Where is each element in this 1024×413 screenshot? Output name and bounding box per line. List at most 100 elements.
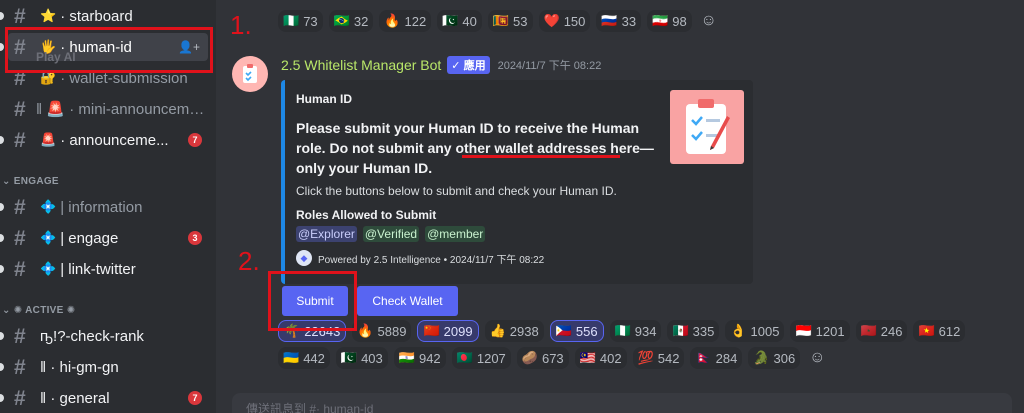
channel-mini-announcements[interactable]: # ‖ 🚨 · mini-announceme... [8, 95, 208, 123]
reaction-pill[interactable]: 🥔 673 [516, 347, 569, 369]
message-reactions-row-2: 🇺🇦 442 🇵🇰 403 🇮🇳 942 🇧🇩 1207 🥔 673 🇲🇾 402 💯 542 🇳🇵 284 🐊… [278, 347, 828, 369]
reaction-pill[interactable]: 🇵🇭 556 [549, 320, 604, 342]
reaction-pill[interactable]: 🔥 5889 [352, 320, 412, 342]
reaction-pill[interactable]: 🇲🇾 402 [574, 347, 627, 369]
reaction-count: 942 [418, 350, 441, 366]
unread-indicator [0, 136, 4, 144]
reaction-pill[interactable]: 🇻🇳 612 [913, 320, 966, 342]
embed-thumbnail[interactable] [670, 90, 744, 164]
reaction-pill[interactable]: 🇮🇷 98 [647, 10, 692, 32]
role-mention-explorer[interactable]: @Explorer [296, 226, 357, 242]
annotation-box-submit [268, 271, 357, 331]
reaction-count: 402 [599, 350, 622, 366]
channel-hi-gm-gn[interactable]: # ‖ · hi-gm-gn [0, 353, 208, 381]
bot-avatar[interactable] [232, 56, 268, 92]
reaction-count: 542 [657, 350, 680, 366]
chevron-down-icon: ⌄ [2, 305, 14, 316]
timestamp: 2024/11/7 下午 08:22 [497, 60, 602, 72]
add-reaction-icon[interactable]: ☺ [698, 10, 720, 32]
role-mention-verified[interactable]: @Verified [362, 226, 420, 242]
channel-information[interactable]: # 💠 | information [0, 193, 208, 221]
unread-indicator [0, 203, 4, 211]
reaction-pill[interactable]: 🇵🇰 40 [437, 10, 482, 32]
reaction-pill[interactable]: 🇧🇩 1207 [451, 347, 511, 369]
top-reactions: 🇳🇬 73 🇧🇷 32 🔥 122 🇵🇰 40 🇱🇰 53 ❤️ 150 🇷🇺 33 🇮🇷 98 ☺ [278, 10, 720, 32]
reaction-emoji-icon: 🇵🇭 [555, 323, 572, 338]
clipboard-icon [686, 99, 730, 154]
reaction-count: 1207 [476, 350, 506, 366]
reaction-pill[interactable]: 🇷🇺 33 [596, 10, 642, 32]
message-area: 🇳🇬 73 🇧🇷 32 🔥 122 🇵🇰 40 🇱🇰 53 ❤️ 150 🇷🇺 33 🇮🇷 98 ☺ 2.5 W… [216, 0, 1024, 413]
hash-icon: # [14, 355, 26, 379]
reaction-pill[interactable]: 🇳🇵 284 [690, 347, 743, 369]
reaction-count: 122 [404, 13, 427, 29]
reaction-emoji-icon: 🇳🇬 [283, 13, 300, 28]
channel-label: ‖ · general [40, 389, 110, 407]
reaction-pill[interactable]: 🇳🇬 934 [609, 320, 662, 342]
channel-label: · announceme... [60, 131, 169, 149]
unread-indicator [0, 363, 4, 371]
embed-footer: ◆ Powered by 2.5 Intelligence • 2024/11/… [296, 250, 544, 266]
reaction-emoji-icon: 🇺🇦 [283, 350, 300, 365]
channel-engage[interactable]: # 💠 | engage 3 [0, 224, 208, 252]
channel-check-rank[interactable]: # ҧ!?-check-rank [0, 322, 208, 350]
unread-indicator [0, 12, 4, 20]
add-reaction-icon[interactable]: ☺ [806, 347, 828, 369]
hash-icon: # [14, 4, 26, 28]
category-active[interactable]: ⌄ ✺ ACTIVE ✺ [2, 305, 75, 316]
composer-placeholder: 傳送訊息到 #· human-id [246, 402, 374, 413]
reaction-emoji-icon: 🇲🇾 [579, 350, 596, 365]
reaction-pill[interactable]: 🇵🇰 403 [335, 347, 388, 369]
reaction-count: 53 [513, 13, 528, 29]
reaction-pill[interactable]: 🇮🇳 942 [393, 347, 446, 369]
unread-indicator [0, 43, 4, 51]
channel-link-twitter[interactable]: # 💠 | link-twitter [0, 255, 208, 283]
category-engage[interactable]: ⌄ ENGAGE [2, 176, 59, 187]
hash-icon: # [14, 195, 26, 219]
channel-general[interactable]: # ‖ · general 7 [0, 384, 208, 412]
reaction-pill[interactable]: 🔥 122 [379, 10, 432, 32]
embed-card: Human ID Please submit your Human ID to … [281, 80, 753, 284]
reaction-pill[interactable]: 👍 2938 [484, 320, 544, 342]
channel-label: ‖ 🚨 · mini-announceme... [36, 101, 208, 118]
reaction-emoji-icon: ❤️ [543, 13, 560, 28]
reaction-emoji-icon: 🐊 [753, 350, 770, 365]
reaction-count: 403 [361, 350, 383, 366]
annotation-step-2: 2. [238, 246, 260, 276]
reaction-pill[interactable]: 🐊 306 [748, 347, 801, 369]
author-name[interactable]: 2.5 Whitelist Manager Bot [281, 57, 441, 73]
reaction-pill[interactable]: 🇮🇩 1201 [790, 320, 850, 342]
reaction-pill[interactable]: ❤️ 150 [538, 10, 591, 32]
reaction-count: 2099 [443, 323, 473, 339]
reaction-count: 306 [773, 350, 796, 366]
embed-footer-text: Powered by 2.5 Intelligence • 2024/11/7 … [318, 254, 545, 266]
reaction-pill[interactable]: 💯 542 [632, 347, 685, 369]
reaction-pill[interactable]: 👌 1005 [725, 320, 785, 342]
annotation-box-human-id [5, 27, 213, 73]
reaction-emoji-icon: 🥔 [521, 350, 538, 365]
reaction-pill[interactable]: 🇺🇦 442 [278, 347, 330, 369]
channel-announcements[interactable]: # 🚨 · announceme... 7 [0, 126, 208, 154]
reaction-pill[interactable]: 🇲🇦 246 [855, 320, 908, 342]
diamond-icon: 💠 [40, 199, 57, 214]
role-mention-member[interactable]: @member [425, 226, 486, 242]
reaction-emoji-icon: 👍 [489, 323, 506, 338]
reaction-count: 73 [303, 13, 318, 29]
hash-icon: # [14, 128, 26, 152]
reaction-pill[interactable]: 🇳🇬 73 [278, 10, 323, 32]
reaction-emoji-icon: 🇻🇳 [918, 323, 935, 338]
message-composer[interactable]: 傳送訊息到 #· human-id [232, 393, 1012, 413]
reaction-emoji-icon: 🔥 [357, 323, 374, 338]
hash-icon: # [14, 324, 26, 348]
role-mentions: @Explorer @Verified @member [296, 226, 486, 242]
hash-icon: # [14, 226, 26, 250]
reaction-pill[interactable]: 🇧🇷 32 [328, 10, 374, 32]
reaction-count: 40 [462, 13, 477, 29]
reaction-pill[interactable]: 🇱🇰 53 [487, 10, 533, 32]
reaction-pill[interactable]: 🇨🇳 2099 [417, 320, 479, 342]
reaction-pill[interactable]: 🇲🇽 335 [667, 320, 720, 342]
siren-icon: 🚨 [40, 132, 57, 147]
check-wallet-button[interactable]: Check Wallet [357, 286, 458, 316]
channel-starboard[interactable]: # ⭐ · starboard [0, 2, 208, 30]
reaction-emoji-icon: 🇨🇳 [423, 323, 440, 338]
